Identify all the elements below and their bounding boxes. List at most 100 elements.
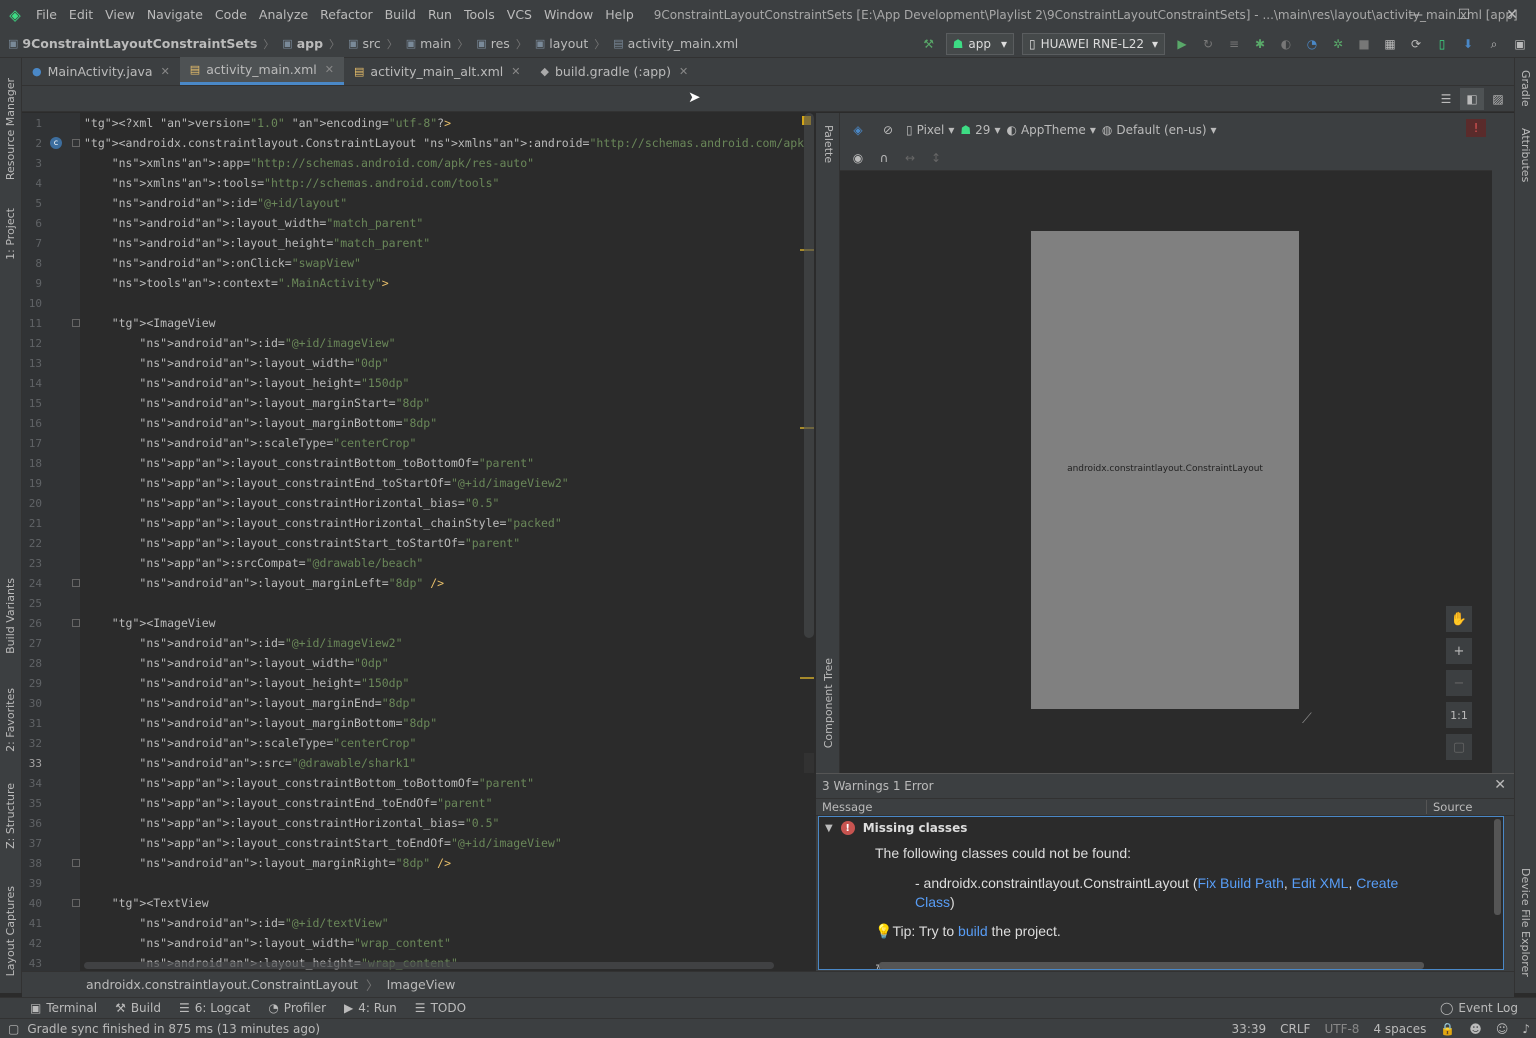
vertical-scrollbar[interactable] <box>804 113 814 638</box>
debug-icon[interactable]: ✱ <box>1248 33 1272 55</box>
zoom-actual-size-button[interactable]: 1:1 <box>1446 702 1472 728</box>
tool-structure[interactable]: Z: Structure <box>4 783 17 849</box>
tab-activity-main-alt-xml[interactable]: ▤ activity_main_alt.xml ✕ <box>344 57 531 85</box>
theme-select[interactable]: ◐ AppTheme ▾ <box>1006 123 1095 137</box>
avd-manager-icon[interactable]: ▯ <box>1430 33 1454 55</box>
code-line[interactable]: "ns">android"an">:layout_height="150dp" <box>84 673 409 693</box>
code-line[interactable]: "tg"><ImageView <box>84 313 216 333</box>
device-preview-select[interactable]: ▯ Pixel ▾ <box>906 123 954 137</box>
view-options-icon[interactable]: ◉ <box>846 147 870 169</box>
toggle-tool-windows-icon[interactable]: ▢ <box>8 1022 19 1036</box>
edit-xml-link[interactable]: Edit XML <box>1292 875 1349 891</box>
coverage-icon[interactable]: ◐ <box>1274 33 1298 55</box>
code-line[interactable]: "ns">android"an">:id="@+id/layout" <box>84 193 347 213</box>
indent-setting[interactable]: 4 spaces <box>1373 1022 1426 1036</box>
code-line[interactable]: "ns">android"an">:layout_width="0dp" <box>84 653 388 673</box>
build-link[interactable]: build <box>958 923 988 939</box>
menu-build[interactable]: Build <box>379 0 422 30</box>
run-config-select[interactable]: ☗ app ▾ <box>945 33 1015 55</box>
design-canvas[interactable]: androidx.constraintlayout.ConstraintLayo… <box>840 171 1492 773</box>
lock-icon[interactable]: 🔒 <box>1440 1022 1455 1036</box>
status-message[interactable]: Gradle sync finished in 875 ms (13 minut… <box>27 1022 320 1036</box>
tool-build-variants[interactable]: Build Variants <box>4 578 17 654</box>
code-line[interactable]: "tg"><?xml "an">version="1.0" "an">encod… <box>84 113 451 133</box>
make-project-icon[interactable]: ⚒ <box>917 33 941 55</box>
close-panel-icon[interactable]: ✕ <box>1494 777 1506 793</box>
code-line[interactable]: "ns">android"an">:id="@+id/textView" <box>84 913 388 933</box>
palette-tab[interactable]: Palette <box>822 125 835 163</box>
fold-marker-icon[interactable] <box>72 899 80 907</box>
magnet-icon[interactable]: ∩ <box>872 147 896 169</box>
resize-handle-icon[interactable]: ⟋ <box>1302 711 1312 727</box>
menu-tools[interactable]: Tools <box>458 0 501 30</box>
breadcrumb-main[interactable]: ▣ main 〉 <box>398 36 469 52</box>
code-line[interactable]: "ns">android"an">:layout_height="150dp" <box>84 373 409 393</box>
code-line[interactable]: "ns">android"an">:id="@+id/imageView2" <box>84 633 402 653</box>
code-line[interactable]: "ns">android"an">:onClick="swapView" <box>84 253 361 273</box>
stop-icon[interactable]: ■ <box>1352 33 1376 55</box>
zoom-out-icon[interactable]: − <box>1446 670 1472 696</box>
tool-terminal[interactable]: ▣ Terminal <box>30 1001 97 1015</box>
feedback-icon[interactable]: ☺ <box>1496 1022 1509 1036</box>
sync-gradle-icon[interactable]: ⟳ <box>1404 33 1428 55</box>
breadcrumb-project[interactable]: ▣ 9ConstraintLayoutConstraintSets 〉 <box>0 36 274 52</box>
fold-marker-icon[interactable] <box>72 859 80 867</box>
breadcrumb-imageview[interactable]: ImageView <box>387 977 456 992</box>
class-gutter-icon[interactable]: c <box>50 137 62 149</box>
menu-help[interactable]: Help <box>599 0 640 30</box>
close-tab-icon[interactable]: ✕ <box>679 65 688 78</box>
code-line[interactable]: "ns">android"an">:layout_width="wrap_con… <box>84 933 451 953</box>
code-line[interactable]: "ns">android"an">:scaleType="centerCrop" <box>84 733 416 753</box>
issue-vertical-scrollbar[interactable] <box>1494 819 1501 915</box>
code-line[interactable]: "ns">android"an">:layout_marginLeft="8dp… <box>84 573 444 593</box>
close-tab-icon[interactable]: ✕ <box>161 65 170 78</box>
project-structure-icon[interactable]: ▦ <box>1378 33 1402 55</box>
code-line[interactable]: "ns">app"an">:srcCompat="@drawable/beach… <box>84 553 423 573</box>
warning-stripe[interactable] <box>800 677 814 679</box>
menu-analyze[interactable]: Analyze <box>253 0 314 30</box>
code-line[interactable]: "ns">android"an">:layout_width="match_pa… <box>84 213 424 233</box>
code-line[interactable]: "tg"><androidx.constraintlayout.Constrai… <box>84 133 804 153</box>
code-line[interactable]: "ns">tools"an">:context=".MainActivity"> <box>84 273 389 293</box>
code-line[interactable]: "ns">android"an">:layout_marginRight="8d… <box>84 853 451 873</box>
tool-gradle[interactable]: Gradle <box>1519 70 1532 107</box>
breadcrumb-app[interactable]: ▣ app 〉 <box>274 36 340 52</box>
orientation-icon[interactable]: ⊘ <box>876 119 900 141</box>
error-indicator-icon[interactable]: ! <box>1466 119 1486 137</box>
line-separator[interactable]: CRLF <box>1280 1022 1310 1036</box>
tool-attributes[interactable]: Attributes <box>1519 128 1532 182</box>
code-line[interactable]: "tg"><TextView <box>84 893 209 913</box>
code-line[interactable]: "ns">app"an">:layout_constraintHorizonta… <box>84 813 499 833</box>
code-editor[interactable]: "tg"><?xml "an">version="1.0" "an">encod… <box>80 113 804 971</box>
code-line[interactable]: "tg"><ImageView <box>84 613 216 633</box>
close-tab-icon[interactable]: ✕ <box>511 65 520 78</box>
code-line[interactable]: "ns">android"an">:layout_width="0dp" <box>84 353 388 373</box>
breadcrumb-src[interactable]: ▣ src 〉 <box>340 36 398 52</box>
menu-refactor[interactable]: Refactor <box>314 0 378 30</box>
apply-code-changes-icon[interactable]: ≡ <box>1222 33 1246 55</box>
tab-build-gradle[interactable]: ◆ build.gradle (:app) ✕ <box>531 57 699 85</box>
menu-view[interactable]: View <box>99 0 141 30</box>
close-window-icon[interactable]: ✕ <box>1488 0 1536 30</box>
code-line[interactable]: "ns">android"an">:id="@+id/imageView" <box>84 333 395 353</box>
create-class-link[interactable]: Create <box>1356 875 1398 891</box>
run-icon[interactable]: ▶ <box>1170 33 1194 55</box>
search-icon[interactable]: ⌕ <box>1482 33 1506 55</box>
notifications-icon[interactable]: ♪ <box>1522 1022 1530 1036</box>
tool-event-log[interactable]: ◯ Event Log <box>1440 1001 1518 1015</box>
layers-icon[interactable]: ◈ <box>846 119 870 141</box>
menu-code[interactable]: Code <box>209 0 253 30</box>
minimize-icon[interactable]: — <box>1392 0 1440 30</box>
code-line[interactable]: "ns">android"an">:layout_marginBottom="8… <box>84 413 437 433</box>
code-line[interactable]: "ns">android"an">:scaleType="centerCrop" <box>84 433 416 453</box>
breadcrumb-res[interactable]: ▣ res 〉 <box>468 36 526 52</box>
locale-select[interactable]: ◍ Default (en-us) ▾ <box>1102 123 1217 137</box>
tool-favorites[interactable]: 2: Favorites <box>4 688 17 752</box>
layout-preview[interactable]: androidx.constraintlayout.ConstraintLayo… <box>1031 231 1299 709</box>
code-line[interactable]: "ns">app"an">:layout_constraintHorizonta… <box>84 493 499 513</box>
source-column-header[interactable]: Source <box>1426 800 1473 814</box>
message-column-header[interactable]: Message <box>816 800 1426 814</box>
horizontal-guide-icon[interactable]: ↔ <box>898 147 922 169</box>
code-line[interactable]: "ns">app"an">:layout_constraintEnd_toSta… <box>84 473 568 493</box>
api-level-select[interactable]: ☗ 29 ▾ <box>960 123 1000 137</box>
